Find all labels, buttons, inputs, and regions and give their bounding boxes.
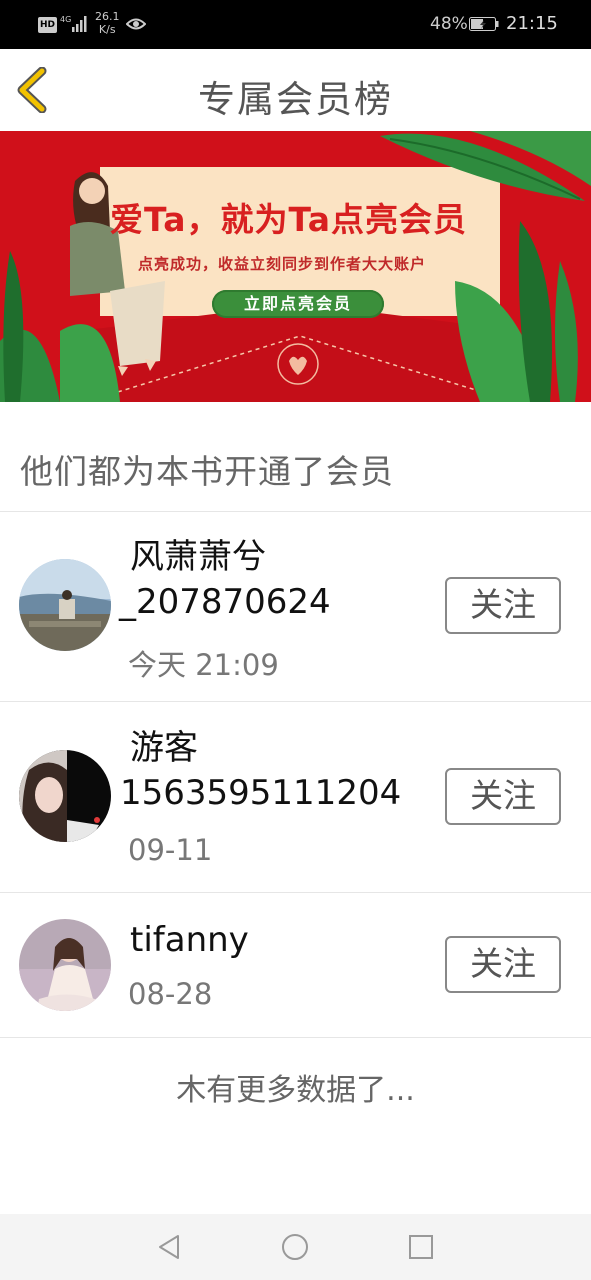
network-speed-unit: K/s [98, 23, 116, 36]
avatar-image [19, 559, 111, 651]
member-date: 08-28 [128, 977, 213, 1011]
divider [0, 1037, 591, 1038]
network-speed-value: 26.1 [95, 10, 120, 23]
member-name-line1: 游客 [130, 728, 198, 768]
membership-banner[interactable]: 爱Ta，就为Ta点亮会员 点亮成功，收益立刻同步到作者大大账户 立即点亮会员 [0, 131, 591, 402]
app-header: 专属会员榜 [0, 49, 591, 131]
member-name-line1: 风萧萧兮 [130, 537, 266, 577]
battery-percent: 48% [430, 14, 468, 34]
follow-button[interactable]: 关注 [445, 768, 561, 825]
member-name-line2: _207870624 [119, 582, 331, 622]
avatar[interactable] [19, 750, 111, 842]
section-title: 他们都为本书开通了会员 [20, 452, 394, 491]
member-name-line2: 1563595111204 [120, 773, 402, 813]
member-row: 游客 1563595111204 09-11 关注 [0, 702, 591, 891]
hd-icon: HD [38, 17, 57, 33]
page-title: 专属会员榜 [198, 78, 393, 121]
avatar-image [19, 750, 111, 842]
recents-square-icon[interactable] [406, 1232, 436, 1262]
avatar[interactable] [19, 919, 111, 1011]
light-up-membership-button[interactable]: 立即点亮会员 [212, 290, 384, 318]
avatar-image [19, 919, 111, 1011]
battery-icon [469, 17, 499, 31]
follow-button[interactable]: 关注 [445, 577, 561, 634]
no-more-data-text: 木有更多数据了... [176, 1073, 415, 1108]
banner-subline: 点亮成功，收益立刻同步到作者大大账户 [138, 255, 427, 273]
member-row: tifanny 08-28 关注 [0, 893, 591, 1037]
banner-headline: 爱Ta，就为Ta点亮会员 [110, 200, 468, 239]
system-nav-bar [0, 1214, 591, 1280]
avatar[interactable] [19, 559, 111, 651]
network-speed: 26.1 K/s [95, 10, 120, 36]
back-triangle-icon[interactable] [154, 1232, 184, 1262]
svg-text:4G: 4G [60, 15, 71, 24]
follow-button[interactable]: 关注 [445, 936, 561, 993]
clock: 21:15 [506, 13, 558, 34]
status-bar: HD 4G 26.1 K/s 48% 21:15 [0, 0, 591, 49]
signal-icon: 4G [60, 15, 87, 32]
member-name-line1: tifanny [130, 920, 249, 960]
member-date: 09-11 [128, 833, 213, 867]
member-row: 风萧萧兮 _207870624 今天 21:09 关注 [0, 512, 591, 701]
home-circle-icon[interactable] [280, 1232, 310, 1262]
member-date: 今天 21:09 [128, 648, 279, 682]
eye-icon [126, 18, 146, 30]
